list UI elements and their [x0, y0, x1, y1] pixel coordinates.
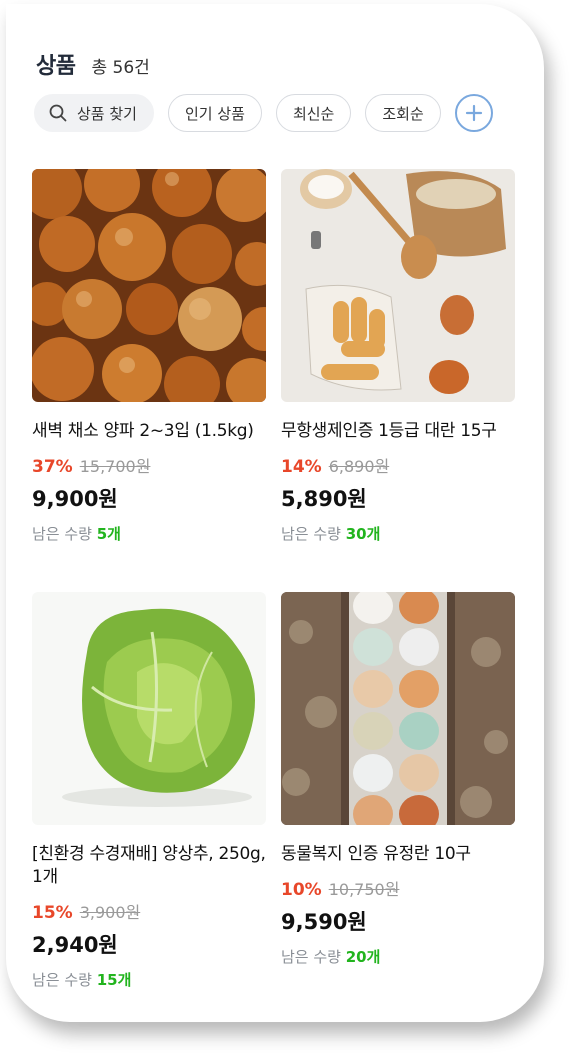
price-row: 15% 3,900원 — [32, 899, 266, 923]
total-count: 총 56건 — [91, 58, 150, 78]
stock-info: 남은 수량 30개 — [281, 523, 515, 544]
product-panel: 상품 총 56건 상품 찾기 인기 상품 최신순 조회순 새벽 채소 양파 2~… — [6, 4, 544, 1022]
discount-rate: 10% — [281, 880, 322, 900]
discount-rate: 15% — [32, 903, 73, 923]
price-row: 10% 10,750원 — [281, 876, 515, 900]
discount-rate: 37% — [32, 457, 73, 477]
stock-label: 남은 수량 — [32, 525, 92, 543]
search-icon — [49, 104, 67, 122]
filter-bar: 상품 찾기 인기 상품 최신순 조회순 — [34, 94, 493, 132]
sale-price: 9,590원 — [281, 910, 367, 934]
page-title: 상품 — [36, 54, 76, 79]
product-name[interactable]: 새벽 채소 양파 2~3입 (1.5kg) — [32, 420, 266, 443]
product-card[interactable]: 동물복지 인증 유정란 10구 10% 10,750원 9,590원 남은 수량… — [281, 592, 515, 967]
original-price: 6,890원 — [328, 457, 390, 476]
price-row: 37% 15,700원 — [32, 453, 266, 477]
search-label: 상품 찾기 — [77, 104, 137, 123]
sale-price: 2,940원 — [32, 933, 118, 957]
plus-circle-icon — [465, 104, 482, 122]
stock-count: 30개 — [345, 525, 381, 543]
stock-count: 5개 — [96, 525, 121, 543]
stock-info: 남은 수량 15개 — [32, 969, 266, 990]
original-price: 3,900원 — [79, 903, 141, 922]
price-row: 14% 6,890원 — [281, 453, 515, 477]
discount-rate: 14% — [281, 457, 322, 477]
chip-newest[interactable]: 최신순 — [275, 94, 352, 132]
lettuce-photo[interactable] — [32, 592, 266, 825]
stock-label: 남은 수량 — [32, 971, 92, 989]
onion-photo[interactable] — [32, 169, 266, 402]
product-card[interactable]: 새벽 채소 양파 2~3입 (1.5kg) 37% 15,700원 9,900원… — [32, 169, 266, 544]
product-name[interactable]: [친환경 수경재배] 양상추, 250g, 1개 — [32, 843, 266, 889]
sale-price: 5,890원 — [281, 487, 367, 511]
search-chip[interactable]: 상품 찾기 — [34, 94, 154, 132]
original-price: 15,700원 — [79, 457, 151, 476]
add-filter-button[interactable] — [454, 94, 493, 132]
original-price: 10,750원 — [328, 880, 400, 899]
stock-count: 15개 — [96, 971, 132, 989]
chip-popular[interactable]: 인기 상품 — [167, 94, 262, 132]
product-name[interactable]: 동물복지 인증 유정란 10구 — [281, 843, 515, 866]
stock-info: 남은 수량 5개 — [32, 523, 266, 544]
header: 상품 총 56건 — [36, 48, 150, 80]
stock-label: 남은 수량 — [281, 525, 341, 543]
stock-info: 남은 수량 20개 — [281, 946, 515, 967]
eggs-kitchen-photo[interactable] — [281, 169, 515, 402]
product-card[interactable]: [친환경 수경재배] 양상추, 250g, 1개 15% 3,900원 2,94… — [32, 592, 266, 990]
stock-count: 20개 — [345, 948, 381, 966]
chip-views[interactable]: 조회순 — [365, 94, 441, 132]
product-name[interactable]: 무항생제인증 1등급 대란 15구 — [281, 420, 515, 443]
stock-label: 남은 수량 — [281, 948, 341, 966]
product-card[interactable]: 무항생제인증 1등급 대란 15구 14% 6,890원 5,890원 남은 수… — [281, 169, 515, 544]
sale-price: 9,900원 — [32, 487, 118, 511]
egg-carton-photo[interactable] — [281, 592, 515, 825]
